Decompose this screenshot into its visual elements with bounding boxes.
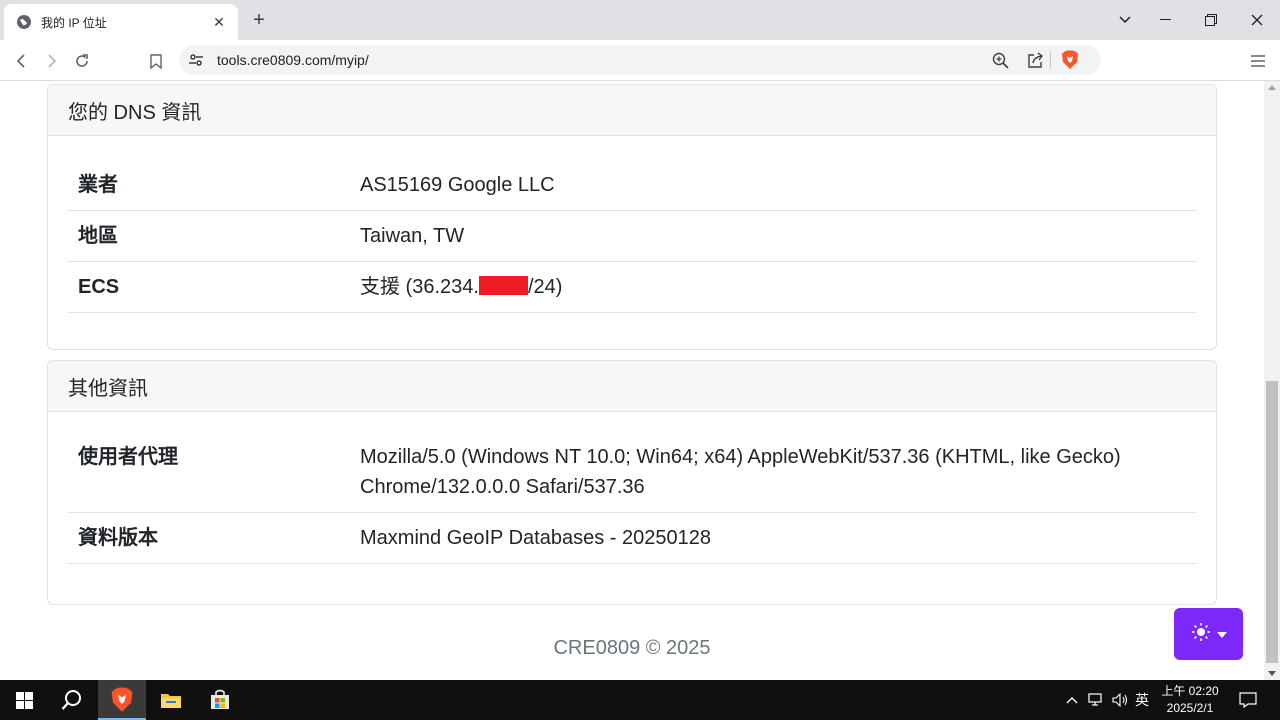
search-icon[interactable] bbox=[48, 680, 96, 720]
page-scrollbar[interactable] bbox=[1264, 81, 1280, 680]
row-label-data-version: 資料版本 bbox=[78, 527, 158, 549]
scroll-up-arrow-icon[interactable] bbox=[1268, 85, 1276, 90]
restore-icon[interactable] bbox=[1188, 0, 1234, 40]
clock-time: 上午 02:20 bbox=[1161, 684, 1219, 698]
browser-toolbar: tools.cre0809.com/myip/ bbox=[0, 40, 1280, 81]
share-icon[interactable] bbox=[1025, 50, 1045, 70]
windows-taskbar: 英 上午 02:20 2025/2/1 bbox=[0, 680, 1280, 720]
windows-start-icon[interactable] bbox=[0, 680, 48, 720]
row-value-ecs: 支援 (36.234. /24) bbox=[360, 262, 1196, 312]
menu-hamburger-icon[interactable] bbox=[1245, 48, 1271, 74]
table-row: 資料版本 Maxmind GeoIP Databases - 20250128 bbox=[68, 513, 1196, 564]
scrollbar-thumb[interactable] bbox=[1266, 381, 1278, 663]
forward-arrow-icon[interactable] bbox=[38, 48, 64, 74]
brave-shields-icon[interactable] bbox=[1060, 50, 1080, 70]
ecs-value-suffix: /24) bbox=[527, 276, 563, 298]
close-window-icon[interactable] bbox=[1234, 0, 1280, 40]
notification-icon[interactable] bbox=[1236, 680, 1260, 720]
other-card-title: 其他資訊 bbox=[48, 361, 1216, 412]
network-icon[interactable] bbox=[1086, 680, 1106, 720]
address-bar[interactable]: tools.cre0809.com/myip/ bbox=[179, 45, 1101, 75]
tab-title: 我的 IP 位址 bbox=[41, 15, 107, 30]
site-settings-icon[interactable] bbox=[187, 51, 205, 69]
table-row: 使用者代理 Mozilla/5.0 (Windows NT 10.0; Win6… bbox=[68, 432, 1196, 513]
taskbar-clock[interactable]: 上午 02:20 2025/2/1 bbox=[1158, 683, 1222, 717]
dns-card-title: 您的 DNS 資訊 bbox=[48, 85, 1216, 136]
table-row: ECS 支援 (36.234. /24) bbox=[68, 262, 1196, 313]
dns-info-card: 您的 DNS 資訊 業者 AS15169 Google LLC 地區 Taiwa… bbox=[47, 84, 1217, 350]
browser-tab-active[interactable]: 我的 IP 位址 ✕ bbox=[4, 4, 238, 40]
bookmark-icon[interactable] bbox=[143, 48, 169, 74]
reload-icon[interactable] bbox=[69, 48, 95, 74]
redaction-block bbox=[478, 276, 528, 295]
row-value-provider: AS15169 Google LLC bbox=[360, 174, 555, 196]
close-tab-icon[interactable]: ✕ bbox=[210, 13, 228, 31]
zoom-icon[interactable] bbox=[990, 50, 1010, 70]
table-row: 業者 AS15169 Google LLC bbox=[68, 160, 1196, 211]
row-label-user-agent: 使用者代理 bbox=[78, 446, 178, 468]
ime-indicator[interactable]: 英 bbox=[1132, 680, 1152, 720]
browser-tab-strip: 我的 IP 位址 ✕ + bbox=[0, 0, 1280, 40]
caret-down-icon bbox=[1216, 625, 1227, 643]
page-viewport: 您的 DNS 資訊 業者 AS15169 Google LLC 地區 Taiwa… bbox=[0, 81, 1264, 680]
tray-chevron-up-icon[interactable] bbox=[1063, 680, 1081, 720]
file-explorer-icon[interactable] bbox=[147, 680, 195, 720]
page-footer: CRE0809 © 2025 bbox=[553, 637, 711, 659]
url-text[interactable]: tools.cre0809.com/myip/ bbox=[217, 52, 369, 68]
clock-date: 2025/2/1 bbox=[1166, 701, 1214, 715]
globe-icon bbox=[16, 14, 32, 30]
other-info-card: 其他資訊 使用者代理 Mozilla/5.0 (Windows NT 10.0;… bbox=[47, 360, 1217, 605]
scroll-down-arrow-icon[interactable] bbox=[1268, 671, 1276, 676]
row-value-data-version: Maxmind GeoIP Databases - 20250128 bbox=[360, 527, 711, 549]
store-icon[interactable] bbox=[196, 680, 244, 720]
sun-icon bbox=[1191, 622, 1211, 647]
theme-toggle-button[interactable] bbox=[1174, 608, 1243, 660]
table-row: 地區 Taiwan, TW bbox=[68, 211, 1196, 262]
new-tab-button[interactable]: + bbox=[248, 9, 270, 31]
back-arrow-icon[interactable] bbox=[9, 48, 35, 74]
omnibox-separator bbox=[1050, 52, 1051, 68]
row-label-region: 地區 bbox=[78, 225, 118, 247]
row-value-user-agent: Mozilla/5.0 (Windows NT 10.0; Win64; x64… bbox=[360, 446, 1121, 498]
volume-icon[interactable] bbox=[1110, 680, 1130, 720]
ecs-value-prefix: 支援 (36.234. bbox=[360, 276, 479, 298]
row-label-provider: 業者 bbox=[78, 174, 118, 196]
row-value-region: Taiwan, TW bbox=[360, 225, 465, 247]
row-label-ecs: ECS bbox=[78, 276, 120, 298]
minimize-icon[interactable] bbox=[1142, 0, 1188, 40]
taskbar-brave-icon[interactable] bbox=[98, 680, 146, 720]
